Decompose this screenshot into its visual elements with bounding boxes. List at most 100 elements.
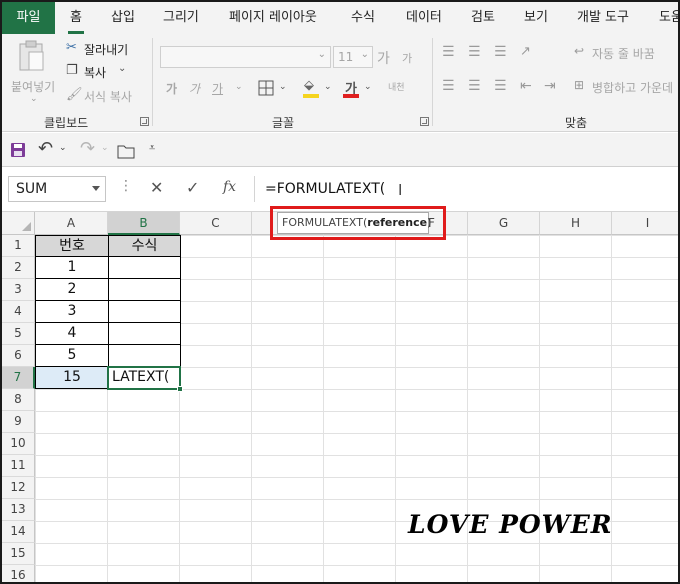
tab-formulas[interactable]: 수식	[351, 2, 375, 34]
cell-b7-editing[interactable]: LATEXT(	[107, 366, 181, 390]
italic-icon[interactable]: 가	[189, 80, 200, 97]
chevron-down-icon[interactable]: ⌄	[59, 143, 67, 153]
merge-center-button[interactable]: ⊞ 병합하고 가운데	[574, 78, 678, 96]
folder-icon[interactable]	[117, 143, 135, 159]
cut-button[interactable]: ✂ 잘라내기	[66, 40, 146, 58]
cancel-icon[interactable]: ✕	[150, 178, 163, 197]
font-name-select[interactable]: ⌄	[160, 46, 331, 68]
formula-text: =FORMULATEXT(	[265, 181, 386, 197]
redo-icon[interactable]: ↷	[80, 138, 95, 159]
cell-a4[interactable]: 3	[35, 300, 109, 323]
chevron-down-icon: ⌄	[30, 94, 38, 104]
font-color-icon[interactable]: 가	[343, 78, 359, 98]
row-header[interactable]: 5	[2, 323, 35, 345]
column-header[interactable]: B	[108, 212, 180, 235]
align-right-icon[interactable]: ☰	[494, 78, 507, 94]
format-painter-button[interactable]: 🖌 서식 복사	[66, 87, 146, 105]
cell-b3[interactable]	[108, 278, 181, 301]
tab-developer[interactable]: 개발 도구	[577, 2, 629, 34]
cell-b2[interactable]	[108, 256, 181, 279]
chevron-down-icon: ⌄	[324, 82, 332, 92]
row-header[interactable]: 12	[2, 477, 35, 499]
row-header[interactable]: 10	[2, 433, 35, 455]
row-header[interactable]: 13	[2, 499, 35, 521]
formula-input[interactable]: =FORMULATEXT( I	[254, 176, 678, 202]
underline-icon[interactable]: 가	[212, 80, 223, 97]
row-header[interactable]: 16	[2, 565, 35, 582]
tab-draw[interactable]: 그리기	[163, 2, 199, 34]
cell-a1[interactable]: 번호	[35, 235, 109, 257]
row-header[interactable]: 4	[2, 301, 35, 323]
chevron-down-icon: ⌄	[279, 82, 287, 92]
row-header[interactable]: 11	[2, 455, 35, 477]
align-left-icon[interactable]: ☰	[442, 78, 455, 94]
save-icon[interactable]	[10, 142, 26, 158]
tab-file[interactable]: 파일	[2, 2, 55, 34]
clipboard-icon	[19, 40, 44, 71]
tab-data[interactable]: 데이터	[406, 2, 442, 34]
tab-review[interactable]: 검토	[471, 2, 495, 34]
chevron-down-icon	[92, 186, 100, 191]
align-bottom-icon[interactable]: ☰	[494, 44, 507, 60]
borders-icon[interactable]	[258, 80, 274, 96]
tab-home[interactable]: 홈	[68, 2, 84, 34]
font-size-select[interactable]: 11 ⌄	[333, 46, 373, 68]
tab-view[interactable]: 보기	[524, 2, 548, 34]
row-header[interactable]: 3	[2, 279, 35, 301]
row-header[interactable]: 7	[2, 367, 35, 389]
cell-a3[interactable]: 2	[35, 278, 109, 301]
undo-icon[interactable]: ↶	[38, 138, 53, 159]
column-header[interactable]: A	[35, 212, 108, 235]
customize-toolbar-icon[interactable]: ⩡	[149, 141, 155, 155]
cell-b6[interactable]	[108, 344, 181, 367]
cell-b1[interactable]: 수식	[108, 235, 181, 257]
row-header[interactable]: 2	[2, 257, 35, 279]
excel-window: 파일 홈 삽입 그리기 페이지 레이아웃 수식 데이터 검토 보기 개발 도구 …	[0, 0, 680, 584]
fill-color-icon[interactable]: ⬙	[303, 78, 319, 98]
cell-b4[interactable]	[108, 300, 181, 323]
row-header[interactable]: 14	[2, 521, 35, 543]
column-header[interactable]: G	[468, 212, 540, 235]
phonetic-icon[interactable]: 내천	[388, 80, 405, 93]
row-header[interactable]: 9	[2, 411, 35, 433]
cell-b5[interactable]	[108, 322, 181, 345]
name-box[interactable]: SUM	[8, 176, 106, 202]
row-header[interactable]: 15	[2, 543, 35, 565]
cell-a6[interactable]: 5	[35, 344, 109, 367]
row-header[interactable]: 6	[2, 345, 35, 367]
cell-a5[interactable]: 4	[35, 322, 109, 345]
column-header[interactable]: C	[180, 212, 252, 235]
paste-button[interactable]: 붙여넣기 ⌄	[8, 40, 56, 104]
column-header[interactable]: H	[540, 212, 612, 235]
decrease-indent-icon[interactable]: ⇤	[520, 78, 532, 94]
increase-indent-icon[interactable]: ⇥	[544, 78, 556, 94]
font-launcher-icon[interactable]	[420, 117, 429, 126]
tab-page-layout[interactable]: 페이지 레이아웃	[229, 2, 317, 34]
fill-handle[interactable]	[177, 386, 183, 392]
bold-icon[interactable]: 가	[166, 80, 177, 97]
align-center-icon[interactable]: ☰	[468, 78, 481, 94]
row-header[interactable]: 1	[2, 235, 35, 257]
copy-button[interactable]: ❐ 복사 ⌄	[66, 63, 146, 81]
quick-access-toolbar: ↶ ⌄ ↷ ⌄ ⩡	[2, 133, 678, 167]
chevron-down-icon[interactable]: ⌄	[101, 143, 109, 153]
orientation-icon[interactable]: ↗	[520, 44, 531, 59]
enter-icon[interactable]: ✓	[186, 178, 199, 197]
insert-function-icon[interactable]: fx	[223, 179, 236, 195]
cell-a2[interactable]: 1	[35, 256, 109, 279]
tab-insert[interactable]: 삽입	[111, 2, 135, 34]
ribbon: 붙여넣기 ⌄ ✂ 잘라내기 ❐ 복사 ⌄ 🖌 서식 복사 클립보드 ⌄ 11 ⌄…	[2, 34, 678, 132]
shrink-font-icon[interactable]: 가	[402, 50, 412, 66]
align-top-icon[interactable]: ☰	[442, 44, 455, 60]
clipboard-launcher-icon[interactable]	[140, 117, 149, 126]
cell-a7[interactable]: 15	[35, 366, 109, 389]
tab-help[interactable]: 도움	[659, 2, 678, 34]
wrap-text-button[interactable]: ↩ 자동 줄 바꿈	[574, 44, 678, 62]
grow-font-icon[interactable]: 가	[377, 48, 390, 68]
column-header[interactable]: I	[612, 212, 678, 235]
align-middle-icon[interactable]: ☰	[468, 44, 481, 60]
row-header[interactable]: 8	[2, 389, 35, 411]
font-group-label: 글꼴	[272, 116, 295, 130]
select-all-button[interactable]	[2, 212, 35, 235]
more-options-icon[interactable]: ⋮	[119, 178, 133, 194]
